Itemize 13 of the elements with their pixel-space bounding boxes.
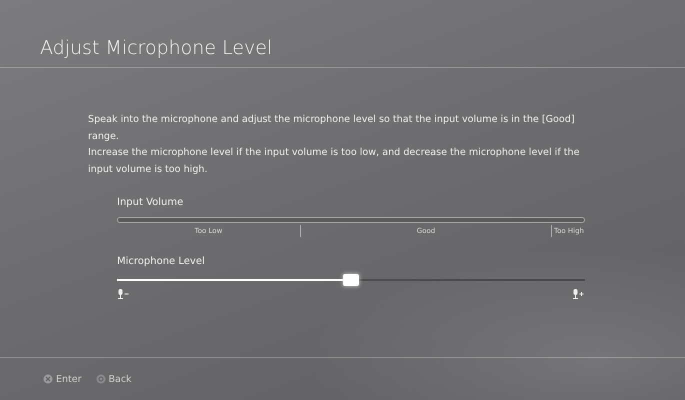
footer-button[interactable]: Enter [43, 374, 82, 384]
instruction-text: Speak into the microphone and adjust the microphone level so that the input volume is in the [Good] range. [88, 113, 576, 144]
screen-title: Adjust Microphone Level [39, 36, 274, 61]
circle-button-icon [96, 374, 106, 384]
mic-minus-icon [117, 289, 130, 299]
input-volume-label: Input Volume [117, 197, 184, 210]
cross-button-icon [43, 374, 53, 384]
instruction-text: Increase the microphone level if the input volume is too low, and decrease the microphone level if the input volume is too high. [88, 146, 581, 176]
slider-thumb[interactable] [343, 274, 359, 286]
microphone-level-slider[interactable] [117, 273, 585, 287]
mic-plus-icon [572, 289, 585, 299]
microphone-level-label: Microphone Level [117, 256, 206, 269]
footer-button[interactable]: Back [96, 374, 132, 384]
